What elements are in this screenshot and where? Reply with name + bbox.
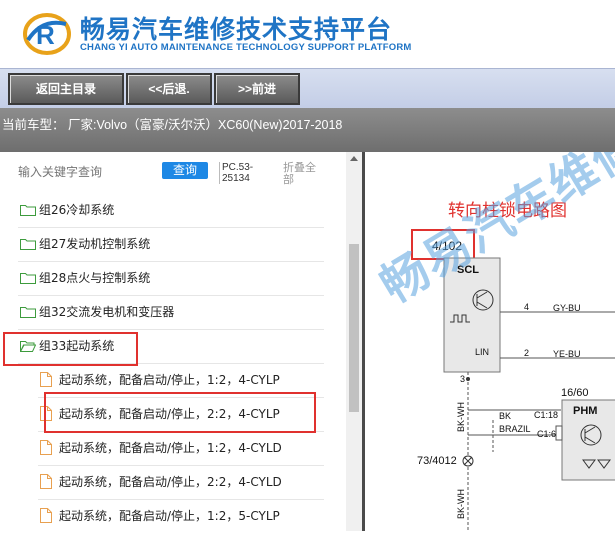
scrollbar-thumb[interactable] — [349, 244, 359, 412]
tree-group-label: 组26冷却系统 — [39, 203, 115, 217]
tree-doc-item[interactable]: 起动系统，配备启动/停止，1:2，5-CYLP — [38, 500, 324, 533]
folder-icon — [20, 307, 36, 318]
diagram-panel: 转向柱锁电路图 4/102 SCL LIN 4 2 3 GY-BU YE-BU … — [362, 152, 615, 531]
info-bar: 当前车型： 厂家:Volvo（富豪/沃尔沃）XC60(New)2017-2018 — [0, 108, 615, 152]
search-row: 查询 PC.53-25134 折叠全部 — [0, 152, 345, 190]
search-input[interactable] — [18, 163, 148, 181]
tree-doc-label: 起动系统，配备启动/停止，1:2，4-CYLD — [59, 441, 282, 455]
wiring-diagram — [443, 257, 615, 531]
wire-label-ye-bu: YE-BU — [553, 349, 581, 359]
brand-tagline: CHANG YI AUTO MAINTENANCE TECHNOLOGY SUP… — [80, 42, 412, 53]
ref-16-60: 16/60 — [561, 387, 589, 399]
tree-doc-item[interactable]: 起动系统，配备启动/停止，2:2，4-CYLD — [38, 466, 324, 500]
phm-label: PHM — [573, 405, 598, 417]
document-icon — [40, 508, 52, 523]
wire-label-brazil: BRAZIL — [499, 424, 531, 434]
header: R 畅易汽车维修技术支持平台 CHANG YI AUTO MAINTENANCE… — [0, 0, 615, 68]
document-icon — [40, 474, 52, 489]
lin-label: LIN — [475, 347, 490, 357]
ground-ref: 73/4012 — [417, 455, 457, 467]
connector-c1-6: C1:6 — [537, 429, 557, 439]
pin-3: 3 — [460, 374, 466, 384]
wire-label-bk-wh-lower: BK-WH — [456, 489, 466, 519]
pc-code: PC.53-25134 — [219, 162, 260, 184]
forward-button[interactable]: >>前进 — [214, 73, 300, 105]
scl-label: SCL — [457, 264, 479, 276]
tree-group-28[interactable]: 组28点火与控制系统 — [18, 262, 324, 296]
tree-group-32[interactable]: 组32交流发电机和变压器 — [18, 296, 324, 330]
folder-icon — [20, 239, 36, 250]
wire-label-gy-bu: GY-BU — [553, 303, 581, 313]
folder-icon — [20, 205, 36, 216]
document-icon — [40, 372, 52, 387]
highlight-box-selected-doc — [44, 392, 316, 433]
tree-group-27[interactable]: 组27发动机控制系统 — [18, 228, 324, 262]
current-car-model: 当前车型： 厂家:Volvo（富豪/沃尔沃）XC60(New)2017-2018 — [2, 118, 343, 132]
vertical-scrollbar[interactable] — [346, 152, 362, 531]
home-button[interactable]: 返回主目录 — [8, 73, 124, 105]
catalog-panel: 查询 PC.53-25134 折叠全部 组26冷却系统 组27发动机控制系统 组… — [0, 152, 362, 531]
tree-group-label: 组32交流发电机和变压器 — [39, 305, 175, 319]
brand-logo-icon: R — [23, 13, 71, 55]
tree-group-label: 组28点火与控制系统 — [39, 271, 151, 285]
collapse-all-button[interactable]: 折叠全部 — [283, 162, 325, 186]
connector-c1-18: C1:18 — [534, 410, 559, 420]
tree-group-label: 组27发动机控制系统 — [39, 237, 151, 251]
svg-text:R: R — [36, 20, 55, 50]
wire-label-bk: BK — [499, 411, 512, 421]
tree-doc-label: 起动系统，配备启动/停止，1:2，5-CYLP — [59, 509, 280, 523]
document-icon — [40, 440, 52, 455]
search-button[interactable]: 查询 — [162, 162, 208, 179]
pin-2: 2 — [524, 348, 530, 358]
highlight-box-group-33 — [3, 332, 138, 366]
back-button[interactable]: <<后退. — [126, 73, 212, 105]
toolbar: 返回主目录 <<后退. >>前进 — [0, 68, 615, 109]
folder-icon — [20, 273, 36, 284]
pin-4: 4 — [524, 302, 530, 312]
scroll-up-arrow-icon[interactable] — [350, 156, 358, 161]
tree-doc-label: 起动系统，配备启动/停止，2:2，4-CYLD — [59, 475, 282, 489]
wire-label-bk-wh-upper: BK-WH — [456, 402, 466, 432]
brand-name: 畅易汽车维修技术支持平台 — [80, 15, 393, 44]
tree-doc-item[interactable]: 起动系统，配备启动/停止，1:2，4-CYLD — [38, 432, 324, 466]
tree-group-26[interactable]: 组26冷却系统 — [18, 194, 324, 228]
